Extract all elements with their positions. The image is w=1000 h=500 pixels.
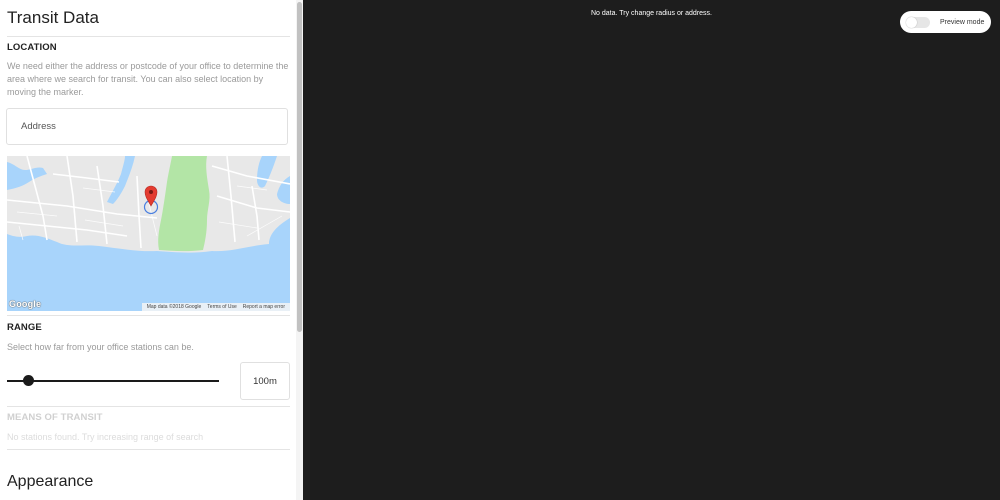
sidebar-scrollbar-thumb[interactable] <box>297 2 302 332</box>
preview-mode-toggle[interactable]: Preview mode <box>900 11 991 33</box>
range-help-text: Select how far from your office stations… <box>7 342 194 352</box>
appearance-title: Appearance <box>7 473 94 490</box>
transit-heading: MEANS OF TRANSIT <box>7 412 103 423</box>
google-logo: Google <box>9 299 42 309</box>
preview-mode-switch[interactable] <box>906 16 930 28</box>
preview-area: No data. Try change radius or address. P… <box>303 0 1000 500</box>
range-slider-track <box>7 380 219 382</box>
map-tiles <box>7 156 290 253</box>
location-map[interactable]: Google Map data ©2018 Google Terms of Us… <box>7 156 290 311</box>
map-attribution: Map data ©2018 Google Terms of Use Repor… <box>141 303 290 311</box>
preview-mode-label: Preview mode <box>940 18 985 26</box>
transit-divider <box>7 449 290 450</box>
map-data-credit: Map data ©2018 Google <box>146 304 202 310</box>
range-divider <box>7 406 290 407</box>
app-window: Transit Data LOCATION We need either the… <box>0 0 1000 500</box>
range-value-box: 100m <box>240 362 290 400</box>
transit-empty-text: No stations found. Try increasing range … <box>7 432 204 442</box>
range-slider[interactable] <box>7 375 219 387</box>
panel-title: Transit Data <box>7 8 99 27</box>
no-data-message: No data. Try change radius or address. <box>590 10 712 17</box>
range-heading: RANGE <box>7 322 42 333</box>
terms-of-use-link[interactable]: Terms of Use <box>204 304 239 310</box>
address-input[interactable] <box>6 108 288 145</box>
title-divider <box>7 36 290 37</box>
range-slider-handle[interactable] <box>23 375 35 386</box>
switch-knob <box>906 16 917 28</box>
map-divider <box>7 315 290 316</box>
report-map-error-link[interactable]: Report a map error <box>240 304 288 310</box>
location-help-text: We need either the address or postcode o… <box>7 61 289 97</box>
location-heading: LOCATION <box>7 42 57 53</box>
settings-sidebar: Transit Data LOCATION We need either the… <box>0 0 296 500</box>
